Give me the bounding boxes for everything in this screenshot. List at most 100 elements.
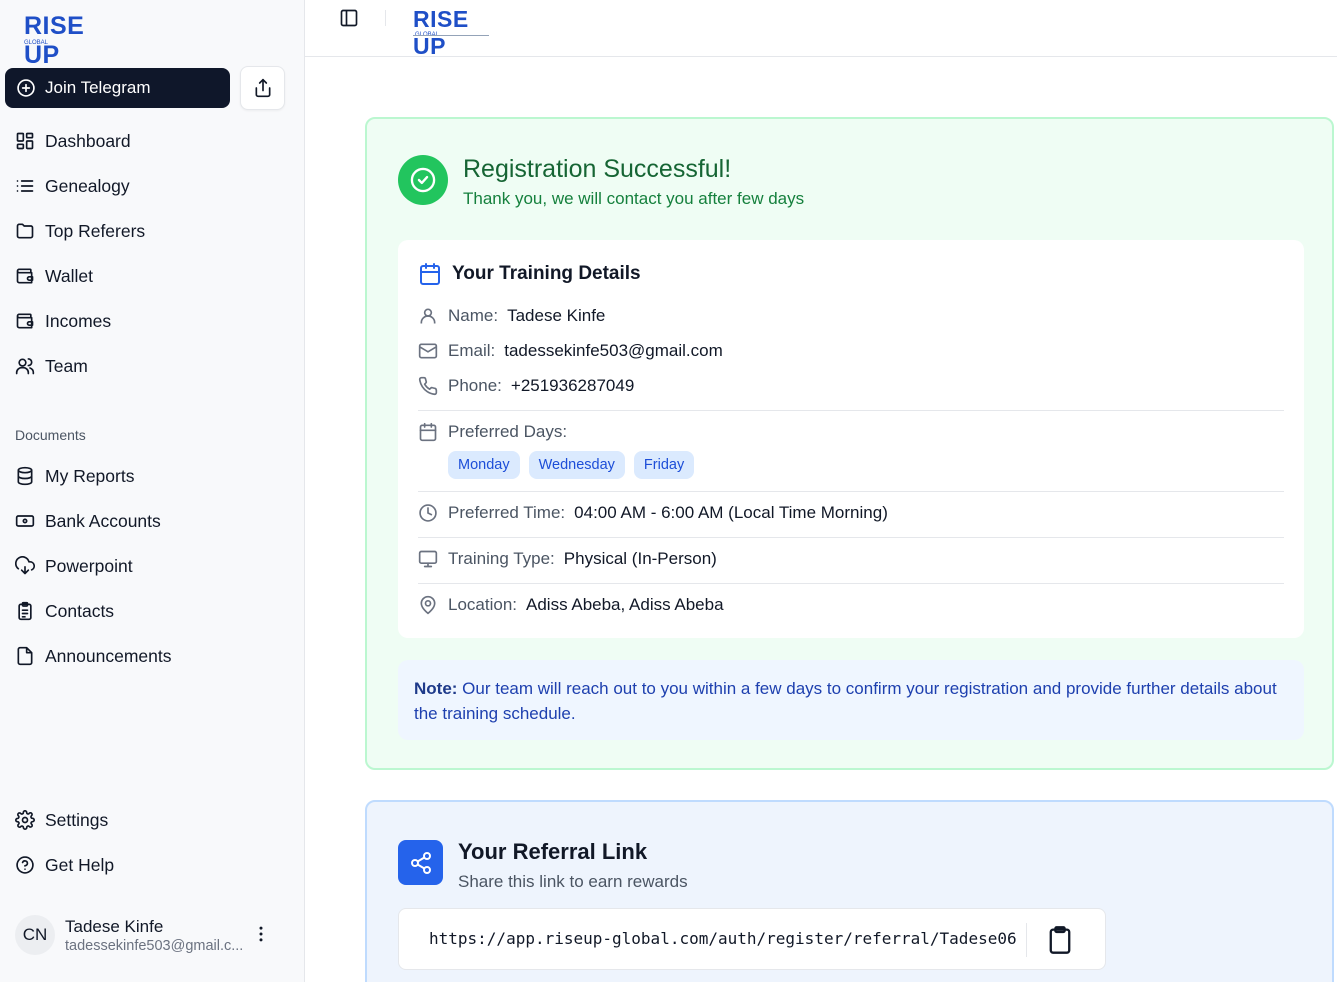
sidebar-item-label: My Reports	[45, 465, 135, 486]
sidebar-item-announcements[interactable]: Announcements	[15, 642, 171, 670]
location-label: Location:	[448, 595, 517, 614]
sidebar-item-label: Get Help	[45, 854, 115, 875]
sidebar-item-bank-accounts[interactable]: Bank Accounts	[15, 507, 161, 535]
sidebar-item-label: Dashboard	[45, 130, 131, 151]
user-profile[interactable]: CN Tadese Kinfe tadessekinfe503@gmail.c.…	[15, 910, 285, 960]
divider	[1026, 923, 1027, 957]
sidebar-item-genealogy[interactable]: Genealogy	[15, 172, 130, 200]
sidebar-item-label: Wallet	[45, 265, 93, 286]
training-details-panel: Your Training Details Name: Tadese Kinfe…	[398, 240, 1304, 638]
share-icon	[255, 78, 270, 98]
sidebar-item-incomes[interactable]: Incomes	[15, 307, 111, 335]
clock-icon	[419, 504, 437, 522]
sidebar-item-settings[interactable]: Settings	[15, 806, 108, 834]
sidebar-item-label: Team	[45, 355, 88, 376]
sidebar-item-wallet[interactable]: Wallet	[15, 262, 93, 290]
cloud-download-icon	[15, 556, 35, 575]
success-subtitle: Thank you, we will contact you after few…	[463, 189, 805, 208]
registration-success-card: Registration Successful! Thank you, we w…	[365, 117, 1334, 770]
sidebar-item-label: Bank Accounts	[45, 510, 161, 531]
referral-title: Your Referral Link	[458, 839, 648, 864]
brand-logo[interactable]: RISE UP GLOBAL	[413, 2, 503, 59]
users-icon	[15, 358, 35, 375]
preferred-days-chips: Monday Wednesday Friday	[448, 451, 695, 479]
detail-email-row: Email: tadessekinfe503@gmail.com	[418, 341, 723, 361]
note-box: Note: Our team will reach out to you wit…	[398, 660, 1304, 740]
documents-section-label: Documents	[15, 427, 86, 443]
share-button[interactable]	[240, 66, 285, 110]
user-name: Tadese Kinfe	[65, 916, 164, 936]
divider	[418, 491, 1284, 492]
phone-value: +251936287049	[510, 376, 635, 395]
sidebar-item-label: Announcements	[45, 645, 172, 666]
calendar-icon	[420, 263, 440, 285]
email-value: tadessekinfe503@gmail.com	[504, 341, 723, 360]
detail-days-row: Preferred Days:	[418, 422, 576, 442]
brand-logo[interactable]: RISE UP GLOBAL	[22, 4, 122, 69]
day-chip: Wednesday	[528, 451, 625, 479]
email-label: Email:	[448, 341, 496, 360]
list-icon	[16, 180, 34, 192]
type-label: Training Type:	[448, 549, 555, 568]
divider	[418, 537, 1284, 538]
divider	[418, 410, 1284, 411]
sidebar-item-label: Incomes	[45, 310, 112, 331]
sidebar-item-label: Settings	[45, 809, 109, 830]
clipboard-list-icon	[18, 601, 32, 621]
referral-subtitle: Share this link to earn rewards	[458, 872, 688, 891]
user-icon	[420, 308, 436, 324]
location-value: Adiss Abeba, Adiss Abeba	[526, 595, 724, 614]
sidebar-item-label: Contacts	[45, 600, 115, 621]
phone-icon	[418, 376, 438, 396]
detail-name-row: Name: Tadese Kinfe	[418, 306, 605, 326]
gear-icon	[15, 810, 35, 830]
note-text: Our team will reach out to you within a …	[414, 679, 1277, 723]
detail-type-row: Training Type: Physical (In-Person)	[418, 549, 717, 569]
sidebar-item-dashboard[interactable]: Dashboard	[15, 127, 131, 155]
referral-link-box: https://app.riseup-global.com/auth/regis…	[398, 908, 1106, 970]
days-label: Preferred Days:	[448, 422, 568, 441]
time-label: Preferred Time:	[448, 503, 566, 522]
sidebar: RISE UP GLOBAL Join Telegram Dashboard G…	[0, 0, 305, 982]
check-circle-icon	[398, 155, 448, 205]
logo-underline	[413, 35, 489, 36]
divider	[418, 583, 1284, 584]
sidebar-item-label: Top Referers	[45, 220, 146, 241]
more-vertical-icon[interactable]	[251, 924, 271, 944]
dashboard-icon	[16, 132, 34, 150]
clipboard-copy-icon[interactable]	[1046, 925, 1074, 955]
note-label: Note:	[414, 679, 458, 698]
join-telegram-label: Join Telegram	[45, 78, 151, 97]
banknote-icon	[15, 515, 35, 527]
sidebar-item-team[interactable]: Team	[15, 352, 88, 380]
brand-sub: GLOBAL	[24, 40, 49, 46]
sidebar-item-label: Genealogy	[45, 175, 130, 196]
monitor-icon	[418, 550, 438, 568]
top-divider	[385, 10, 386, 26]
success-title: Registration Successful!	[463, 155, 732, 183]
map-pin-icon	[420, 595, 436, 615]
sidebar-item-contacts[interactable]: Contacts	[15, 597, 114, 625]
plus-circle-icon	[17, 79, 35, 97]
help-circle-icon	[16, 856, 34, 874]
name-label: Name:	[448, 306, 499, 325]
wallet-icon	[16, 313, 34, 329]
sidebar-item-get-help[interactable]: Get Help	[15, 851, 114, 879]
type-value: Physical (In-Person)	[563, 549, 717, 568]
join-telegram-button[interactable]: Join Telegram	[5, 68, 230, 108]
detail-phone-row: Phone: +251936287049	[418, 376, 634, 396]
share-network-icon	[398, 840, 443, 885]
sidebar-item-powerpoint[interactable]: Powerpoint	[15, 552, 133, 580]
user-email: tadessekinfe503@gmail.c...	[65, 937, 244, 954]
mail-icon	[418, 343, 438, 359]
day-chip: Friday	[633, 451, 695, 479]
phone-label: Phone:	[448, 376, 502, 395]
file-icon	[17, 646, 33, 666]
sidebar-item-my-reports[interactable]: My Reports	[15, 462, 134, 490]
referral-link[interactable]: https://app.riseup-global.com/auth/regis…	[429, 929, 1017, 948]
training-details-title: Your Training Details	[452, 263, 641, 284]
wallet-icon	[16, 268, 34, 284]
time-value: 04:00 AM - 6:00 AM (Local Time Morning)	[574, 503, 888, 522]
sidebar-item-top-referers[interactable]: Top Referers	[15, 217, 145, 245]
sidebar-toggle-icon[interactable]	[339, 8, 359, 28]
